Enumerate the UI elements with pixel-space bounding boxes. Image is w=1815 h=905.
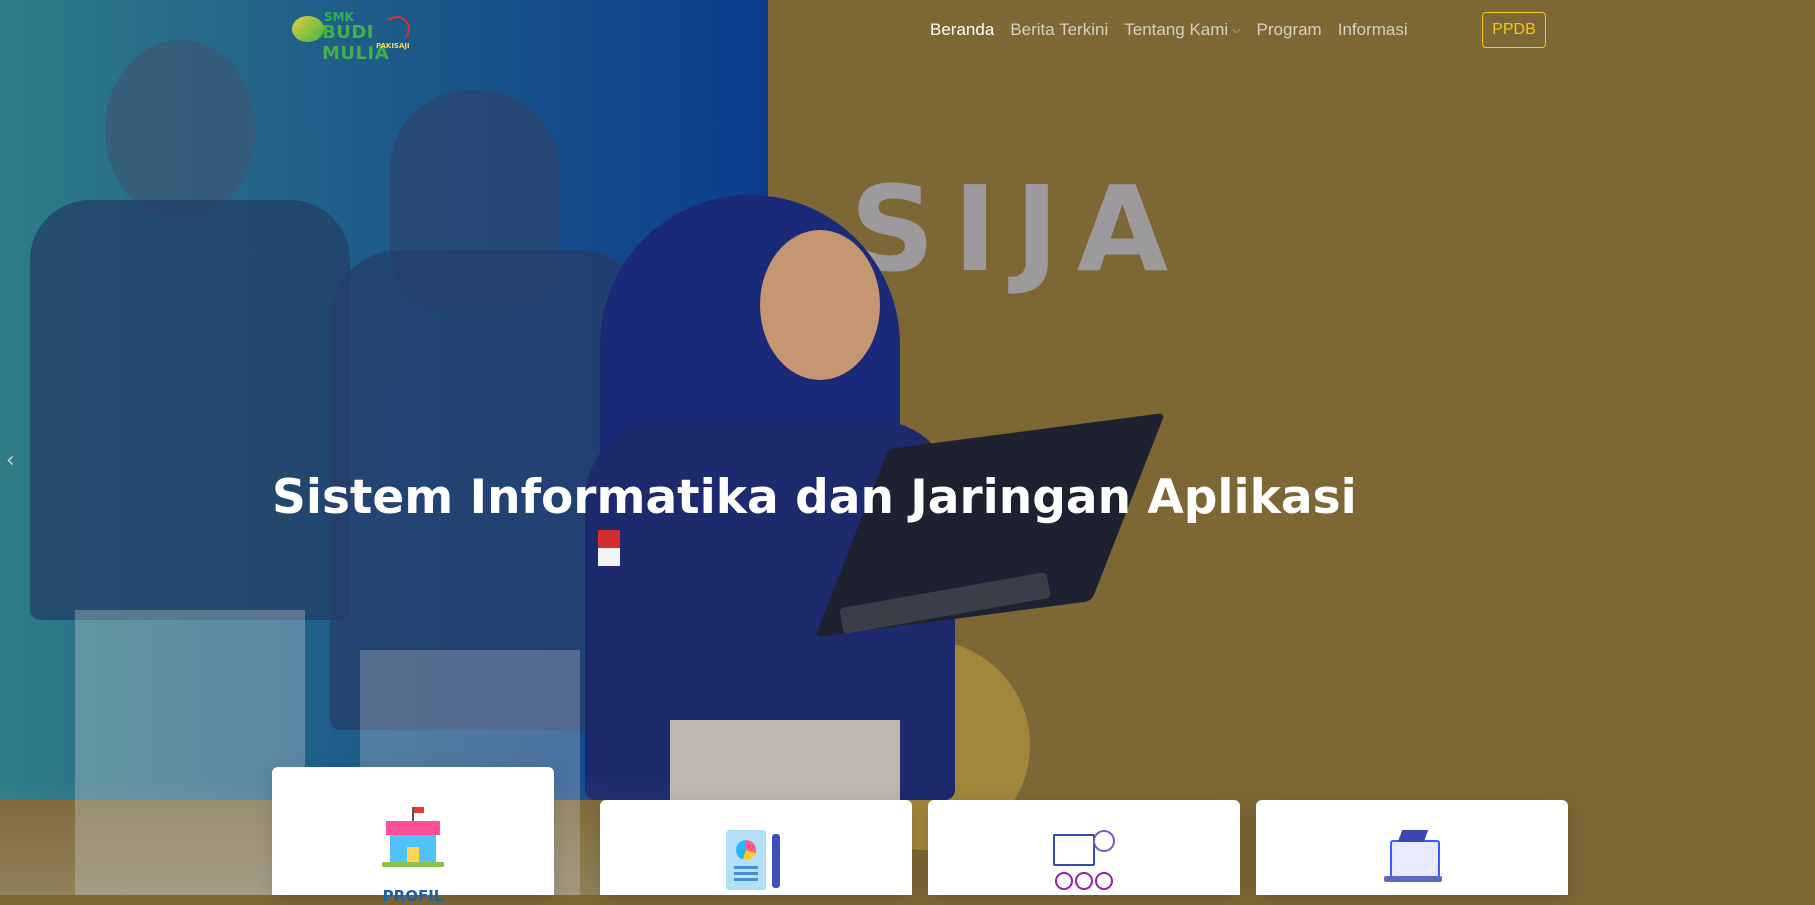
- report-document-icon: [726, 830, 786, 892]
- hero-section: SIJA: [0, 0, 1815, 895]
- nav-berita-terkini[interactable]: Berita Terkini: [1010, 20, 1108, 40]
- card-profil-label: PROFIL: [382, 887, 444, 905]
- chevron-down-icon: ⌵: [1232, 23, 1241, 36]
- flag-patch-icon: [598, 530, 620, 566]
- school-building-icon: [382, 807, 444, 867]
- nav-tentang-kami-label: Tentang Kami: [1124, 20, 1229, 39]
- nav-beranda[interactable]: Beranda: [930, 20, 994, 40]
- logo-line-3: PAKISAJI: [376, 42, 410, 50]
- navbar: SMK BUDI MULIA PAKISAJI Beranda Berita T…: [0, 0, 1815, 64]
- nav-informasi[interactable]: Informasi: [1338, 20, 1408, 40]
- slider-prev-arrow-icon[interactable]: ‹: [6, 448, 15, 473]
- card-online-learning[interactable]: [1256, 800, 1568, 895]
- presentation-icon: [1053, 830, 1115, 892]
- card-report[interactable]: [600, 800, 912, 895]
- card-profil[interactable]: PROFIL: [272, 767, 554, 905]
- main-nav: Beranda Berita Terkini Tentang Kami ⌵ Pr…: [930, 20, 1408, 40]
- nav-tentang-kami[interactable]: Tentang Kami ⌵: [1124, 20, 1240, 40]
- nav-program[interactable]: Program: [1257, 20, 1322, 40]
- hero-title: Sistem Informatika dan Jaringan Aplikasi: [272, 470, 1357, 525]
- online-learning-icon: [1384, 828, 1442, 890]
- ppdb-button[interactable]: PPDB: [1482, 12, 1546, 48]
- logo-swoosh-icon: [384, 16, 410, 42]
- school-logo[interactable]: SMK BUDI MULIA PAKISAJI: [292, 10, 422, 64]
- hero-ghost-text: SIJA: [850, 160, 1187, 298]
- logo-mark-icon: [292, 16, 324, 42]
- card-presentation[interactable]: [928, 800, 1240, 895]
